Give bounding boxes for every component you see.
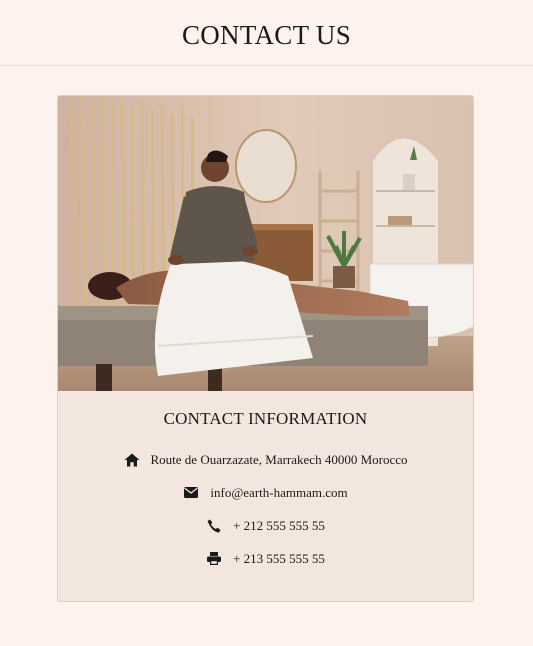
page-title: CONTACT US: [181, 20, 352, 50]
contact-card: CONTACT INFORMATION Route de Ouarzazate,…: [57, 95, 474, 602]
contact-info-list: Route de Ouarzazate, Marrakech 40000 Mor…: [58, 443, 473, 575]
phone-icon: [206, 519, 222, 533]
contact-info-title: CONTACT INFORMATION: [163, 409, 368, 428]
email-link[interactable]: info@earth-hammam.com: [210, 485, 347, 501]
phone-number[interactable]: + 212 555 555 55: [233, 518, 325, 534]
phone-item: + 212 555 555 55: [58, 509, 473, 542]
home-icon: [124, 453, 140, 467]
address-text: Route de Ouarzazate, Marrakech 40000 Mor…: [150, 451, 408, 467]
address-item: Route de Ouarzazate, Marrakech 40000 Mor…: [58, 443, 473, 476]
fax-number[interactable]: + 213 555 555 55: [233, 551, 325, 567]
page-header: CONTACT US: [0, 0, 533, 66]
email-item: info@earth-hammam.com: [58, 476, 473, 509]
contact-info-section: CONTACT INFORMATION Route de Ouarzazate,…: [58, 391, 473, 575]
fax-item: + 213 555 555 55: [58, 542, 473, 575]
spa-massage-photo: [58, 96, 473, 391]
printer-icon: [206, 552, 222, 566]
envelope-icon: [183, 486, 199, 500]
